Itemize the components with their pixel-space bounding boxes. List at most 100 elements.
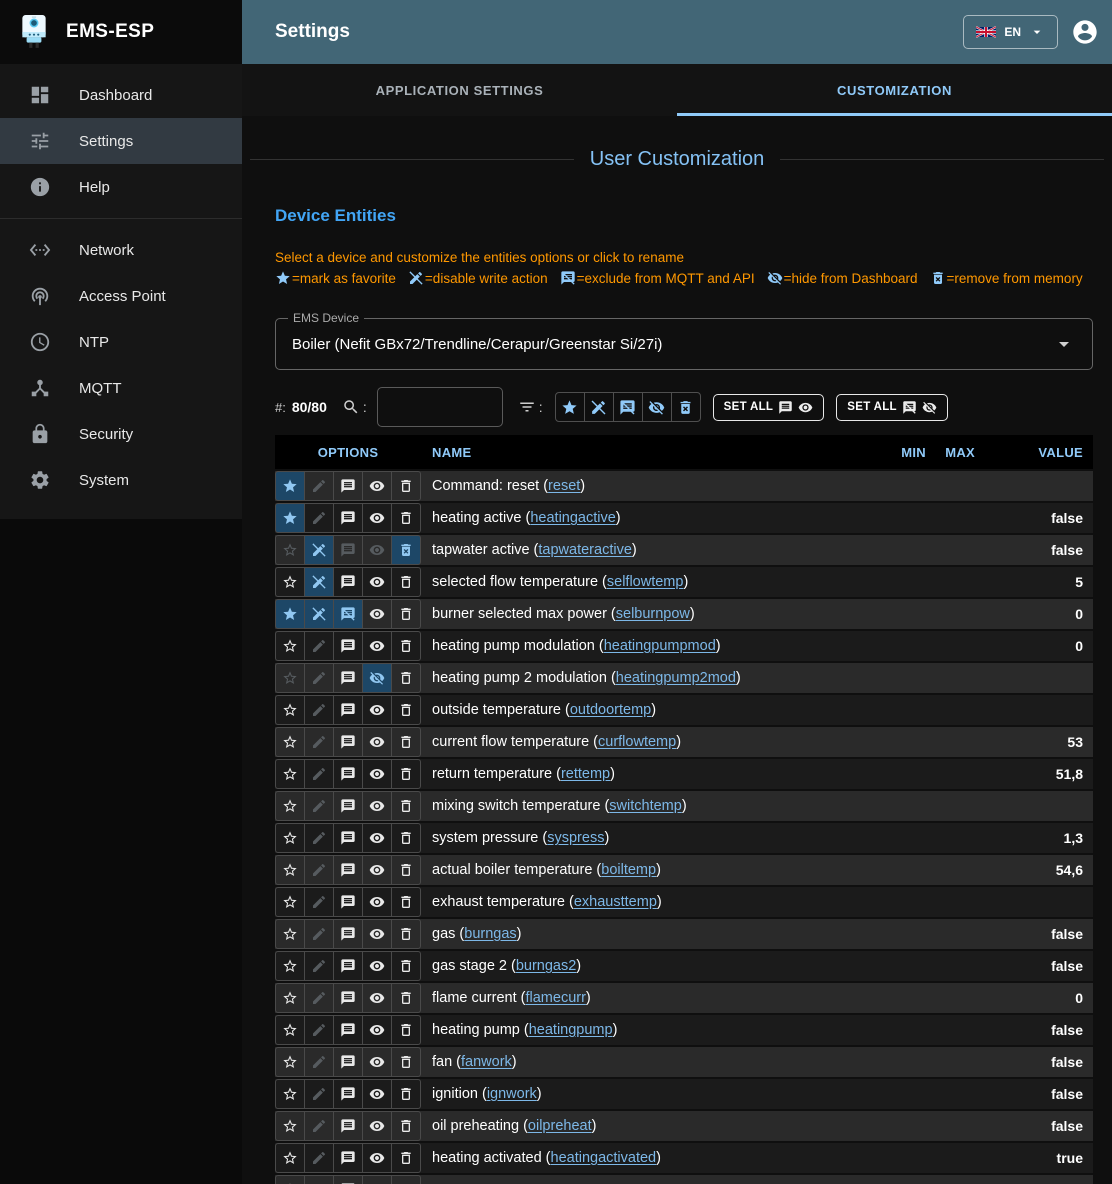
sidebar-item-network[interactable]: Network bbox=[0, 227, 242, 273]
favorite-toggle[interactable] bbox=[275, 1143, 305, 1173]
visibility-toggle[interactable] bbox=[362, 1111, 392, 1141]
set-all-hide-button[interactable]: SET ALL bbox=[836, 394, 948, 421]
favorite-toggle[interactable] bbox=[275, 1175, 305, 1184]
mqtt-exclude-toggle[interactable] bbox=[333, 631, 363, 661]
write-toggle[interactable] bbox=[304, 951, 334, 981]
entity-code-link[interactable]: selburnpow bbox=[616, 606, 690, 622]
write-toggle[interactable] bbox=[304, 823, 334, 853]
delete-toggle[interactable] bbox=[391, 1175, 421, 1184]
filter-edit-off-button[interactable] bbox=[584, 392, 614, 422]
visibility-toggle[interactable] bbox=[362, 759, 392, 789]
favorite-toggle[interactable] bbox=[275, 1015, 305, 1045]
delete-toggle[interactable] bbox=[391, 983, 421, 1013]
favorite-toggle[interactable] bbox=[275, 983, 305, 1013]
delete-toggle[interactable] bbox=[391, 1079, 421, 1109]
mqtt-exclude-toggle[interactable] bbox=[333, 855, 363, 885]
visibility-toggle[interactable] bbox=[362, 1175, 392, 1184]
write-toggle[interactable] bbox=[304, 1015, 334, 1045]
sidebar-item-access-point[interactable]: Access Point bbox=[0, 273, 242, 319]
delete-toggle[interactable] bbox=[391, 951, 421, 981]
mqtt-exclude-toggle[interactable] bbox=[333, 887, 363, 917]
visibility-toggle[interactable] bbox=[362, 823, 392, 853]
write-toggle[interactable] bbox=[304, 1047, 334, 1077]
mqtt-exclude-toggle[interactable] bbox=[333, 1143, 363, 1173]
entity-code-link[interactable]: burngas2 bbox=[516, 958, 576, 974]
visibility-toggle[interactable] bbox=[362, 503, 392, 533]
delete-toggle[interactable] bbox=[391, 1015, 421, 1045]
mqtt-exclude-toggle[interactable] bbox=[333, 567, 363, 597]
set-all-show-button[interactable]: SET ALL bbox=[713, 394, 825, 421]
favorite-toggle[interactable] bbox=[275, 919, 305, 949]
write-toggle[interactable] bbox=[304, 663, 334, 693]
entity-code-link[interactable]: burngas bbox=[464, 926, 516, 942]
delete-toggle[interactable] bbox=[391, 759, 421, 789]
mqtt-exclude-toggle[interactable] bbox=[333, 1111, 363, 1141]
delete-toggle[interactable] bbox=[391, 1143, 421, 1173]
delete-toggle[interactable] bbox=[391, 919, 421, 949]
search-input[interactable] bbox=[377, 387, 503, 427]
delete-toggle[interactable] bbox=[391, 503, 421, 533]
write-toggle[interactable] bbox=[304, 791, 334, 821]
entity-code-link[interactable]: outdoortemp bbox=[570, 702, 651, 718]
mqtt-exclude-toggle[interactable] bbox=[333, 471, 363, 501]
entity-code-link[interactable]: exhausttemp bbox=[574, 894, 657, 910]
visibility-toggle[interactable] bbox=[362, 855, 392, 885]
language-selector[interactable]: EN bbox=[963, 15, 1058, 49]
write-toggle[interactable] bbox=[304, 1079, 334, 1109]
write-toggle[interactable] bbox=[304, 1143, 334, 1173]
entity-code-link[interactable]: tapwateractive bbox=[538, 542, 632, 558]
write-toggle[interactable] bbox=[304, 727, 334, 757]
mqtt-exclude-toggle[interactable] bbox=[333, 919, 363, 949]
delete-toggle[interactable] bbox=[391, 791, 421, 821]
mqtt-exclude-toggle[interactable] bbox=[333, 727, 363, 757]
visibility-toggle[interactable] bbox=[362, 1015, 392, 1045]
favorite-toggle[interactable] bbox=[275, 855, 305, 885]
favorite-toggle[interactable] bbox=[275, 951, 305, 981]
favorite-toggle[interactable] bbox=[275, 1111, 305, 1141]
visibility-toggle[interactable] bbox=[362, 1079, 392, 1109]
mqtt-exclude-toggle[interactable] bbox=[333, 759, 363, 789]
entity-code-link[interactable]: syspress bbox=[547, 830, 604, 846]
delete-toggle[interactable] bbox=[391, 631, 421, 661]
write-toggle[interactable] bbox=[304, 1111, 334, 1141]
sidebar-item-system[interactable]: System bbox=[0, 457, 242, 503]
entity-code-link[interactable]: heatingpump bbox=[529, 1022, 613, 1038]
sidebar-item-help[interactable]: Help bbox=[0, 164, 242, 210]
favorite-toggle[interactable] bbox=[275, 695, 305, 725]
entity-code-link[interactable]: switchtemp bbox=[609, 798, 682, 814]
delete-toggle[interactable] bbox=[391, 887, 421, 917]
entity-code-link[interactable]: curflowtemp bbox=[598, 734, 676, 750]
entity-code-link[interactable]: heatingpump2mod bbox=[616, 670, 736, 686]
visibility-toggle[interactable] bbox=[362, 983, 392, 1013]
filter-comment-off-button[interactable] bbox=[613, 392, 643, 422]
favorite-toggle[interactable] bbox=[275, 631, 305, 661]
favorite-toggle[interactable] bbox=[275, 535, 305, 565]
delete-toggle[interactable] bbox=[391, 695, 421, 725]
visibility-toggle[interactable] bbox=[362, 631, 392, 661]
sidebar-item-security[interactable]: Security bbox=[0, 411, 242, 457]
delete-toggle[interactable] bbox=[391, 855, 421, 885]
write-toggle[interactable] bbox=[304, 631, 334, 661]
favorite-toggle[interactable] bbox=[275, 1047, 305, 1077]
entity-code-link[interactable]: heatingactivated bbox=[551, 1150, 657, 1166]
entity-code-link[interactable]: fanwork bbox=[461, 1054, 512, 1070]
mqtt-exclude-toggle[interactable] bbox=[333, 983, 363, 1013]
entity-code-link[interactable]: oilpreheat bbox=[528, 1118, 592, 1134]
favorite-toggle[interactable] bbox=[275, 567, 305, 597]
favorite-toggle[interactable] bbox=[275, 471, 305, 501]
favorite-toggle[interactable] bbox=[275, 791, 305, 821]
filter-eye-off-button[interactable] bbox=[642, 392, 672, 422]
favorite-toggle[interactable] bbox=[275, 823, 305, 853]
write-toggle[interactable] bbox=[304, 759, 334, 789]
write-toggle[interactable] bbox=[304, 983, 334, 1013]
filter-star-button[interactable] bbox=[555, 392, 585, 422]
mqtt-exclude-toggle[interactable] bbox=[333, 1175, 363, 1184]
delete-toggle[interactable] bbox=[391, 1047, 421, 1077]
visibility-toggle[interactable] bbox=[362, 663, 392, 693]
write-toggle[interactable] bbox=[304, 599, 334, 629]
entity-code-link[interactable]: ignwork bbox=[487, 1086, 537, 1102]
visibility-toggle[interactable] bbox=[362, 887, 392, 917]
entity-code-link[interactable]: flamecurr bbox=[525, 990, 585, 1006]
mqtt-exclude-toggle[interactable] bbox=[333, 599, 363, 629]
mqtt-exclude-toggle[interactable] bbox=[333, 1079, 363, 1109]
